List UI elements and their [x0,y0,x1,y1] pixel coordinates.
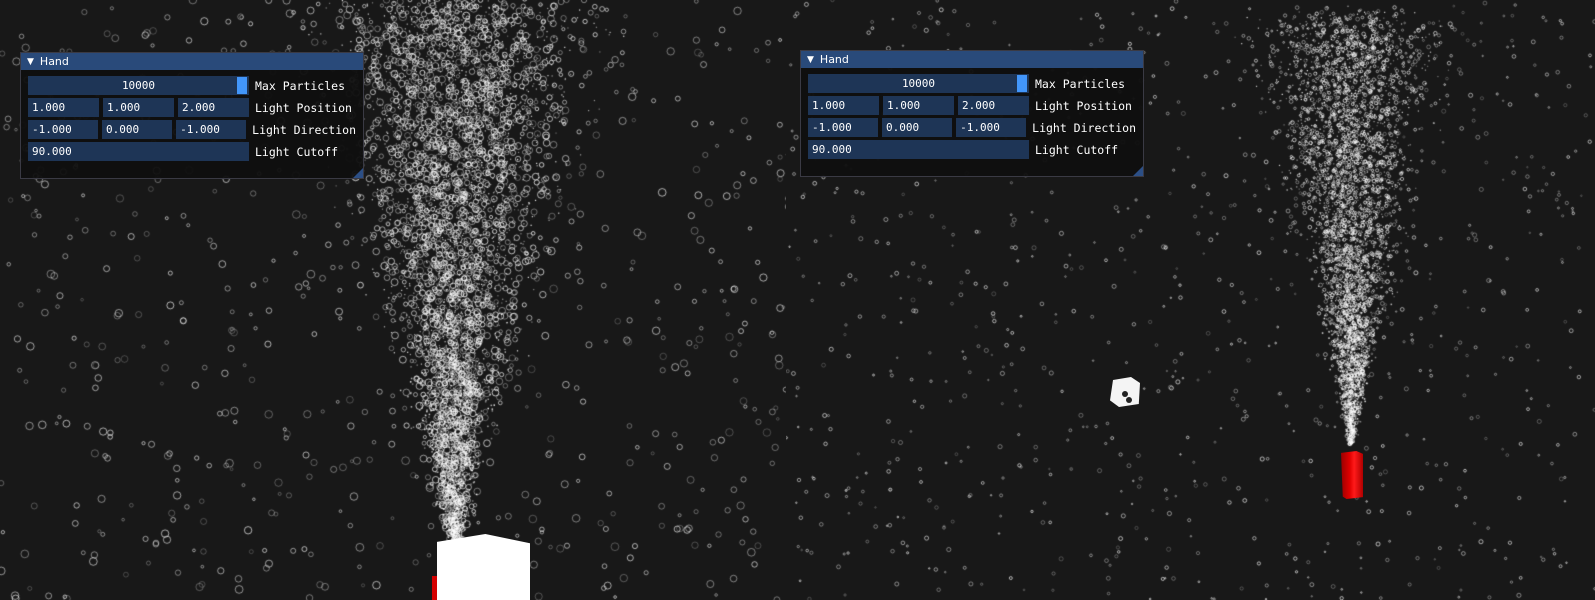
light-position-x-input[interactable]: 1.000 [28,98,99,117]
light-direction-y-input[interactable]: 0.000 [102,120,173,139]
hand-settings-window[interactable]: ▼ Hand 10000 Max Particles 1.000 1.000 2… [800,50,1144,177]
light-cutoff-input[interactable]: 90.000 [28,142,249,161]
slider-grab-handle[interactable] [237,77,247,94]
max-particles-value: 10000 [121,79,156,92]
window-title-bar[interactable]: ▼ Hand [21,53,363,70]
max-particles-slider[interactable]: 10000 [28,76,249,95]
light-position-label: Light Position [255,100,352,115]
light-direction-y-input[interactable]: 0.000 [882,118,953,137]
light-position-z-input[interactable]: 2.000 [958,96,1029,115]
light-position-y-input[interactable]: 1.000 [883,96,954,115]
triangle-down-icon[interactable]: ▼ [27,57,34,67]
white-light-cube [437,534,530,600]
red-emitter-cube [1341,451,1363,499]
light-direction-label: Light Direction [252,122,356,137]
light-position-x-input[interactable]: 1.000 [808,96,879,115]
slider-grab-handle[interactable] [1017,75,1027,92]
max-particles-value: 10000 [901,77,936,90]
light-direction-z-input[interactable]: -1.000 [176,120,247,139]
max-particles-label: Max Particles [255,78,346,93]
max-particles-row: 10000 Max Particles [28,76,356,95]
light-direction-label: Light Direction [1032,120,1136,135]
triangle-down-icon[interactable]: ▼ [807,55,814,65]
max-particles-label: Max Particles [1035,76,1126,91]
light-direction-x-input[interactable]: -1.000 [808,118,879,137]
light-direction-z-input[interactable]: -1.000 [956,118,1027,137]
light-direction-row: -1.000 0.000 -1.000 Light Direction [28,120,356,139]
max-particles-slider[interactable]: 10000 [808,74,1029,93]
window-resize-grip[interactable] [353,168,363,178]
window-title: Hand [819,53,849,66]
window-title-bar[interactable]: ▼ Hand [801,51,1143,68]
scene-viewport-right[interactable]: ▼ Hand 10000 Max Particles 1.000 1.000 2… [786,0,1595,600]
window-title: Hand [39,55,69,68]
window-resize-grip[interactable] [1133,166,1143,176]
scene-viewport-left[interactable]: ▼ Hand 10000 Max Particles 1.000 1.000 2… [0,0,792,600]
max-particles-row: 10000 Max Particles [808,74,1136,93]
light-cutoff-row: 90.000 Light Cutoff [28,142,356,161]
light-position-label: Light Position [1035,98,1132,113]
cube-spot [1126,397,1132,403]
light-direction-x-input[interactable]: -1.000 [28,120,99,139]
light-direction-row: -1.000 0.000 -1.000 Light Direction [808,118,1136,137]
light-position-row: 1.000 1.000 2.000 Light Position [808,96,1136,115]
light-cutoff-input[interactable]: 90.000 [808,140,1029,159]
light-position-row: 1.000 1.000 2.000 Light Position [28,98,356,117]
hand-settings-window[interactable]: ▼ Hand 10000 Max Particles 1.000 1.000 2… [20,52,364,179]
light-position-y-input[interactable]: 1.000 [103,98,174,117]
light-cutoff-label: Light Cutoff [255,144,339,159]
light-cutoff-row: 90.000 Light Cutoff [808,140,1136,159]
white-light-cube [1110,377,1140,407]
cube-spot [1122,391,1128,397]
light-cutoff-label: Light Cutoff [1035,142,1119,157]
light-position-z-input[interactable]: 2.000 [178,98,249,117]
